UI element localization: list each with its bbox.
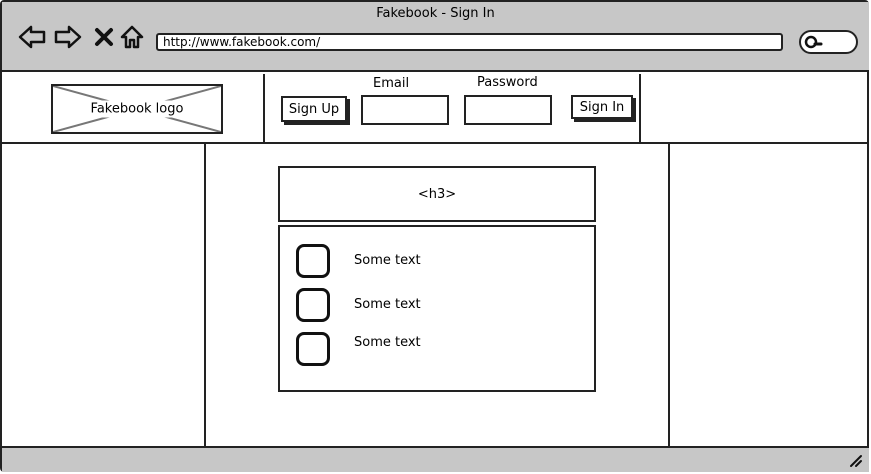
logo-label: Fakebook logo bbox=[88, 100, 186, 118]
home-icon[interactable] bbox=[118, 22, 146, 52]
close-x-icon[interactable] bbox=[90, 22, 118, 52]
password-label: Password bbox=[477, 75, 538, 90]
sign-up-button[interactable]: Sign Up bbox=[281, 96, 347, 122]
search-icon bbox=[804, 35, 823, 49]
back-arrow-icon[interactable] bbox=[18, 22, 46, 52]
browser-toolbar: Fakebook - Sign In http://www.fakebook.c… bbox=[2, 2, 869, 72]
status-bar bbox=[2, 446, 869, 472]
list-item: Some text bbox=[296, 244, 586, 280]
item-text: Some text bbox=[354, 253, 421, 268]
item-text: Some text bbox=[354, 297, 421, 312]
sign-in-button[interactable]: Sign In bbox=[571, 95, 633, 119]
checkbox[interactable] bbox=[296, 244, 330, 278]
window-title: Fakebook - Sign In bbox=[376, 6, 495, 21]
list-item: Some text bbox=[296, 332, 586, 368]
search-field[interactable] bbox=[799, 30, 858, 54]
site-header: Fakebook logo Sign Up Email Password Sig… bbox=[2, 72, 869, 144]
logo-placeholder: Fakebook logo bbox=[51, 84, 223, 134]
checklist: Some text Some text Some text bbox=[278, 225, 596, 392]
heading-placeholder: <h3> bbox=[278, 166, 596, 222]
address-bar[interactable]: http://www.fakebook.com/ bbox=[156, 33, 783, 51]
forward-arrow-icon[interactable] bbox=[54, 22, 82, 52]
password-field[interactable] bbox=[464, 95, 552, 125]
checkbox[interactable] bbox=[296, 332, 330, 366]
item-text: Some text bbox=[354, 335, 421, 350]
email-field[interactable] bbox=[361, 95, 449, 125]
checkbox[interactable] bbox=[296, 288, 330, 322]
email-label: Email bbox=[373, 76, 410, 91]
list-item: Some text bbox=[296, 288, 586, 324]
resize-grip-icon[interactable] bbox=[849, 454, 863, 468]
login-panel: Sign Up Email Password Sign In bbox=[263, 74, 641, 142]
browser-window: Fakebook - Sign In http://www.fakebook.c… bbox=[0, 0, 869, 472]
